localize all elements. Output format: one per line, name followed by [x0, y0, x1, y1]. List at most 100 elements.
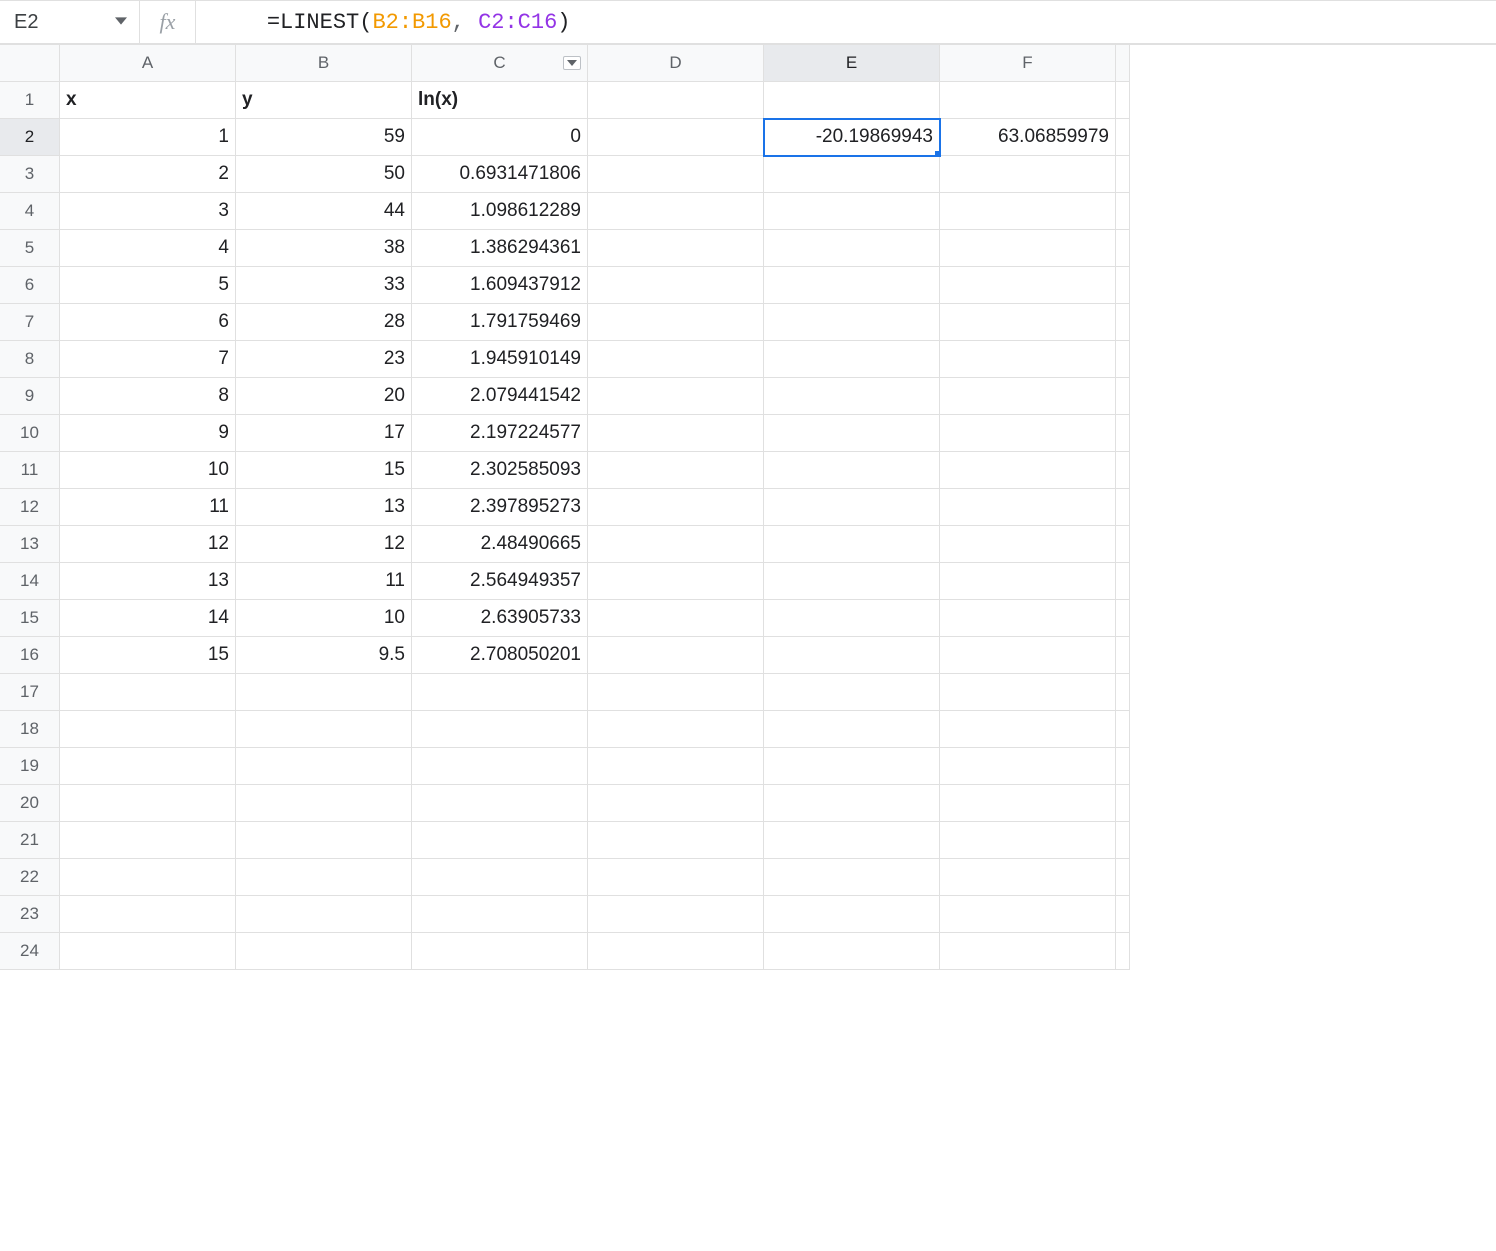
row-header-9[interactable]: 9 [0, 378, 60, 415]
cell-E20[interactable] [764, 785, 940, 822]
cell-F19[interactable] [940, 748, 1116, 785]
cell-E15[interactable] [764, 600, 940, 637]
cell-A13[interactable]: 12 [60, 526, 236, 563]
cell-C8[interactable]: 1.945910149 [412, 341, 588, 378]
row-header-6[interactable]: 6 [0, 267, 60, 304]
cell-C23[interactable] [412, 896, 588, 933]
cell-B1[interactable]: y [236, 82, 412, 119]
cell-C18[interactable] [412, 711, 588, 748]
cell-B16[interactable]: 9.5 [236, 637, 412, 674]
cell-C20[interactable] [412, 785, 588, 822]
row-header-2[interactable]: 2 [0, 119, 60, 156]
cell-B13[interactable]: 12 [236, 526, 412, 563]
row-header-19[interactable]: 19 [0, 748, 60, 785]
name-box-dropdown-icon[interactable] [111, 10, 131, 34]
cell-F9[interactable] [940, 378, 1116, 415]
cell-A20[interactable] [60, 785, 236, 822]
cell-E13[interactable] [764, 526, 940, 563]
cell-C4[interactable]: 1.098612289 [412, 193, 588, 230]
cell-F7[interactable] [940, 304, 1116, 341]
cell-E21[interactable] [764, 822, 940, 859]
row-header-22[interactable]: 22 [0, 859, 60, 896]
cell-C21[interactable] [412, 822, 588, 859]
filter-dropdown-icon[interactable] [563, 56, 581, 70]
cell-F3[interactable] [940, 156, 1116, 193]
cell-F24[interactable] [940, 933, 1116, 970]
cell-D4[interactable] [588, 193, 764, 230]
cell-E18[interactable] [764, 711, 940, 748]
row-header-11[interactable]: 11 [0, 452, 60, 489]
cell-D16[interactable] [588, 637, 764, 674]
cell-A18[interactable] [60, 711, 236, 748]
row-header-18[interactable]: 18 [0, 711, 60, 748]
name-box[interactable]: E2 [0, 1, 140, 43]
cell-E23[interactable] [764, 896, 940, 933]
cell-C16[interactable]: 2.708050201 [412, 637, 588, 674]
cell-A17[interactable] [60, 674, 236, 711]
col-header-D[interactable]: D [588, 45, 764, 82]
cell-E6[interactable] [764, 267, 940, 304]
cell-C14[interactable]: 2.564949357 [412, 563, 588, 600]
col-header-C[interactable]: C [412, 45, 588, 82]
row-header-14[interactable]: 14 [0, 563, 60, 600]
cell-C19[interactable] [412, 748, 588, 785]
cell-F13[interactable] [940, 526, 1116, 563]
cell-C17[interactable] [412, 674, 588, 711]
row-header-16[interactable]: 16 [0, 637, 60, 674]
cell-D10[interactable] [588, 415, 764, 452]
cell-A11[interactable]: 10 [60, 452, 236, 489]
cell-F23[interactable] [940, 896, 1116, 933]
cell-F21[interactable] [940, 822, 1116, 859]
cell-E24[interactable] [764, 933, 940, 970]
cell-D18[interactable] [588, 711, 764, 748]
cell-B22[interactable] [236, 859, 412, 896]
cell-D11[interactable] [588, 452, 764, 489]
cell-B23[interactable] [236, 896, 412, 933]
cell-C5[interactable]: 1.386294361 [412, 230, 588, 267]
cell-D8[interactable] [588, 341, 764, 378]
cell-A19[interactable] [60, 748, 236, 785]
cell-E14[interactable] [764, 563, 940, 600]
cell-F16[interactable] [940, 637, 1116, 674]
row-header-12[interactable]: 12 [0, 489, 60, 526]
cell-B5[interactable]: 38 [236, 230, 412, 267]
cell-C15[interactable]: 2.63905733 [412, 600, 588, 637]
cell-A6[interactable]: 5 [60, 267, 236, 304]
row-header-8[interactable]: 8 [0, 341, 60, 378]
cell-C7[interactable]: 1.791759469 [412, 304, 588, 341]
cell-B20[interactable] [236, 785, 412, 822]
cell-B10[interactable]: 17 [236, 415, 412, 452]
select-all-corner[interactable] [0, 45, 60, 82]
cell-B18[interactable] [236, 711, 412, 748]
cell-F14[interactable] [940, 563, 1116, 600]
cell-B19[interactable] [236, 748, 412, 785]
col-header-F[interactable]: F [940, 45, 1116, 82]
spreadsheet-grid[interactable]: ABCDEF1xyln(x)21590-20.1986994363.068599… [0, 44, 1496, 970]
cell-D9[interactable] [588, 378, 764, 415]
row-header-21[interactable]: 21 [0, 822, 60, 859]
cell-B7[interactable]: 28 [236, 304, 412, 341]
cell-F1[interactable] [940, 82, 1116, 119]
cell-D23[interactable] [588, 896, 764, 933]
cell-B14[interactable]: 11 [236, 563, 412, 600]
row-header-24[interactable]: 24 [0, 933, 60, 970]
cell-F11[interactable] [940, 452, 1116, 489]
cell-A14[interactable]: 13 [60, 563, 236, 600]
cell-E17[interactable] [764, 674, 940, 711]
cell-D5[interactable] [588, 230, 764, 267]
cell-D12[interactable] [588, 489, 764, 526]
cell-D14[interactable] [588, 563, 764, 600]
cell-F2[interactable]: 63.06859979 [940, 119, 1116, 156]
cell-F10[interactable] [940, 415, 1116, 452]
cell-F5[interactable] [940, 230, 1116, 267]
row-header-13[interactable]: 13 [0, 526, 60, 563]
cell-E3[interactable] [764, 156, 940, 193]
cell-B17[interactable] [236, 674, 412, 711]
cell-C24[interactable] [412, 933, 588, 970]
cell-E1[interactable] [764, 82, 940, 119]
cell-E10[interactable] [764, 415, 940, 452]
cell-A12[interactable]: 11 [60, 489, 236, 526]
cell-A23[interactable] [60, 896, 236, 933]
cell-E11[interactable] [764, 452, 940, 489]
cell-F6[interactable] [940, 267, 1116, 304]
